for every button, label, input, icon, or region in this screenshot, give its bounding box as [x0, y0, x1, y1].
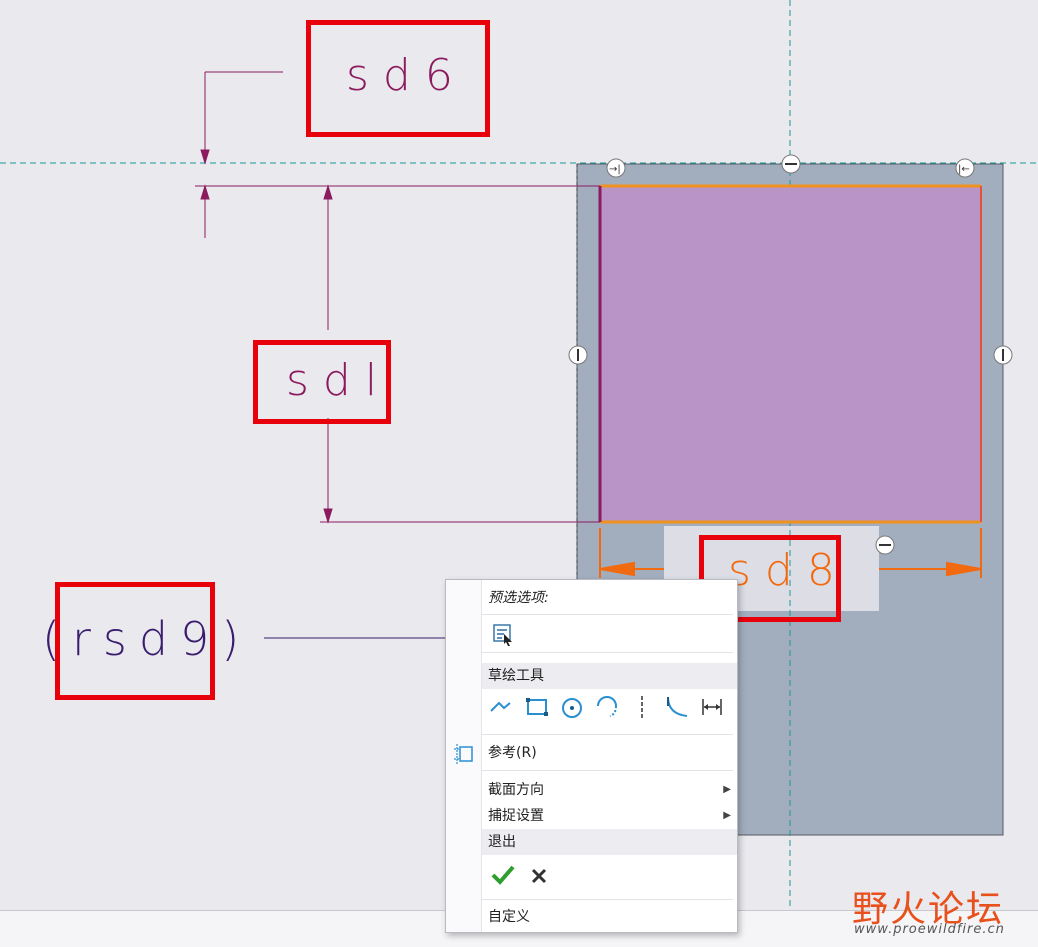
checkmark-icon[interactable] — [490, 862, 516, 888]
menu-item-reference[interactable]: 参考(R) — [482, 740, 737, 766]
menu-separator — [482, 734, 733, 735]
svg-text:→|: →| — [609, 164, 621, 175]
submenu-arrow-icon: ▶ — [723, 784, 731, 795]
circle-icon[interactable] — [559, 694, 585, 720]
annotation-box-rsd9 — [55, 582, 215, 700]
exit-header: 退出 — [482, 829, 737, 855]
annotation-box-sd1 — [253, 340, 391, 424]
arc-icon[interactable] — [594, 694, 620, 720]
filter-select-icon[interactable] — [490, 621, 516, 647]
centerline-icon[interactable] — [629, 694, 655, 720]
section-orientation-label: 截面方向 — [488, 782, 544, 798]
watermark-url: www.proewildfire.cn — [854, 922, 1005, 937]
sketch-tools-header: 草绘工具 — [482, 663, 737, 689]
menu-item-section-orientation[interactable]: 截面方向 ▶ — [482, 777, 737, 803]
dimension-icon[interactable] — [699, 694, 725, 720]
menu-item-customize[interactable]: 自定义 — [482, 904, 737, 930]
line-chain-icon[interactable] — [488, 694, 514, 720]
rectangle-icon[interactable] — [524, 694, 550, 720]
x-icon[interactable] — [526, 862, 552, 888]
menu-separator — [482, 652, 733, 653]
menu-item-snap-settings[interactable]: 捕捉设置 ▶ — [482, 803, 737, 829]
submenu-arrow-icon: ▶ — [723, 810, 731, 821]
watermark: 野火论坛 www.proewildfire.cn — [852, 880, 1032, 942]
sketch-rectangle[interactable] — [600, 186, 981, 522]
menu-separator — [482, 899, 733, 900]
snap-settings-label: 捕捉设置 — [488, 808, 544, 824]
menu-separator — [482, 770, 733, 771]
context-menu: 预选选项: 草绘工具 参考(R) 截面方向 ▶ 捕捉设置 ▶ 退出 自定义 — [445, 579, 738, 933]
preselect-options-label: 预选选项: — [488, 590, 549, 606]
svg-text:|←: |← — [958, 164, 970, 175]
annotation-box-sd6 — [306, 20, 490, 137]
fillet-icon[interactable] — [664, 694, 690, 720]
menu-separator — [482, 614, 733, 615]
reference-icon — [452, 742, 476, 766]
